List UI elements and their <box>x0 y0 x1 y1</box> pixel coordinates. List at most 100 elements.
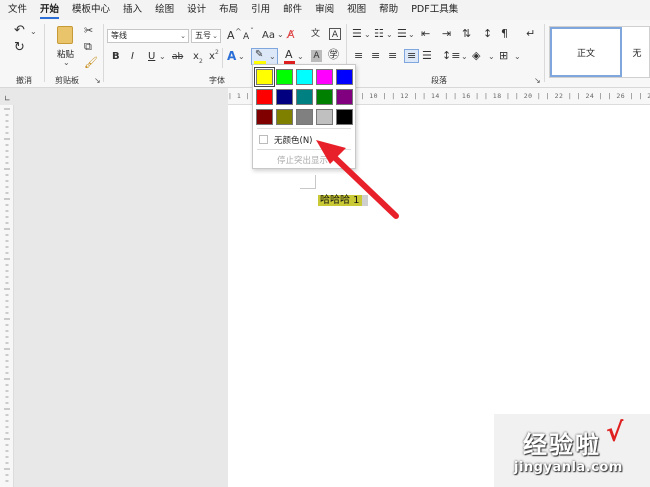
chevron-down-icon[interactable]: ⌄ <box>488 52 495 61</box>
watermark-url: jingyanla.com <box>514 460 623 475</box>
char-border-icon[interactable]: A <box>329 28 341 40</box>
menu-item-9[interactable]: 审阅 <box>315 0 334 20</box>
enclosed-char-icon[interactable]: ㊫ <box>328 49 339 61</box>
menu-item-12[interactable]: PDF工具集 <box>411 0 458 20</box>
chevron-down-icon[interactable]: ⌄ <box>386 30 393 39</box>
grow-font-button[interactable]: A <box>227 30 235 42</box>
color-swatch[interactable] <box>256 89 273 105</box>
shrink-font-button[interactable]: A <box>243 31 249 43</box>
menu-item-3[interactable]: 插入 <box>123 0 142 20</box>
italic-button[interactable]: I <box>131 51 134 63</box>
borders-icon[interactable]: ⊞ <box>499 50 508 62</box>
color-swatch[interactable] <box>296 89 313 105</box>
format-painter-icon[interactable]: 🖌 <box>84 57 98 69</box>
bold-button[interactable]: B <box>112 51 120 63</box>
underline-button[interactable]: U <box>148 51 155 63</box>
chevron-down-icon[interactable]: ⌄ <box>269 52 276 61</box>
line-spacing-icon[interactable]: ↕≡ <box>442 50 460 62</box>
no-color-option[interactable]: 无颜色(N) <box>259 134 313 146</box>
text-effects-button[interactable]: A <box>227 50 236 62</box>
styles-gallery: 正文 无 <box>549 26 650 78</box>
color-swatch[interactable] <box>336 89 353 105</box>
vertical-ruler[interactable] <box>0 105 14 487</box>
menu-item-8[interactable]: 邮件 <box>283 0 302 20</box>
undo-dropdown-icon[interactable]: ⌄ <box>30 27 37 36</box>
undo-icon[interactable]: ↶ <box>14 24 25 37</box>
margin-corner-marker <box>300 175 316 189</box>
chevron-down-icon[interactable]: ⌄ <box>277 30 284 39</box>
copy-icon[interactable]: ⧉ <box>84 41 92 53</box>
color-swatch[interactable] <box>276 89 293 105</box>
subscript-mark: 2 <box>199 58 203 65</box>
color-swatch[interactable] <box>316 109 333 125</box>
menu-item-2[interactable]: 模板中心 <box>72 0 110 20</box>
show-marks-icon[interactable]: ¶ <box>501 28 508 40</box>
document-paragraph[interactable]: 哈哈哈 1 <box>318 191 368 206</box>
bullets-icon[interactable]: ☰ <box>352 28 362 40</box>
highlighted-text[interactable]: 哈哈哈 1 <box>318 195 362 206</box>
paste-dropdown-icon[interactable]: ⌄ <box>63 58 70 67</box>
watermark-title: 经验啦 <box>523 431 601 459</box>
color-swatch[interactable] <box>336 109 353 125</box>
redo-icon[interactable]: ↻ <box>14 41 25 54</box>
menu-item-0[interactable]: 文件 <box>8 0 27 20</box>
chevron-down-icon[interactable]: ⌄ <box>514 52 521 61</box>
clear-formatting-icon[interactable]: A̸ <box>287 29 295 41</box>
color-swatch[interactable] <box>254 67 275 87</box>
color-swatch[interactable] <box>296 109 313 125</box>
align-right-icon[interactable]: ≡ <box>388 50 397 62</box>
grow-font-caret: ^ <box>235 27 242 36</box>
style-normal[interactable]: 正文 <box>550 27 622 77</box>
strikethrough-button[interactable]: ab <box>172 51 183 63</box>
stop-highlight-option: 停止突出显示 <box>277 156 329 166</box>
change-case-button[interactable]: Aa <box>262 30 275 42</box>
chevron-down-icon[interactable]: ⌄ <box>461 52 468 61</box>
cut-icon[interactable]: ✂ <box>84 25 93 37</box>
menu-item-7[interactable]: 引用 <box>251 0 270 20</box>
menu-item-4[interactable]: 绘图 <box>155 0 174 20</box>
font-name-select[interactable]: 等线 ⌄ <box>107 29 189 43</box>
sort-icon[interactable]: ↕ <box>483 28 492 40</box>
style-no-spacing[interactable]: 无 <box>624 27 650 77</box>
font-size-select[interactable]: 五号 ⌄ <box>191 29 221 43</box>
char-shading-button[interactable]: A <box>311 50 322 62</box>
group-divider <box>544 24 545 82</box>
chinese-layout-icon[interactable]: ⇅ <box>462 28 471 40</box>
menu-item-5[interactable]: 设计 <box>187 0 206 20</box>
ruler-corner-icon[interactable]: ∟ <box>4 94 11 103</box>
color-swatch[interactable] <box>276 109 293 125</box>
paragraph-launcher-icon[interactable]: ↘ <box>534 76 541 85</box>
chevron-down-icon[interactable]: ⌄ <box>297 52 304 61</box>
clipboard-launcher-icon[interactable]: ↘ <box>94 76 101 85</box>
chevron-down-icon[interactable]: ⌄ <box>364 30 371 39</box>
font-color-button[interactable]: A <box>285 49 293 61</box>
color-swatch[interactable] <box>296 69 313 85</box>
color-swatch[interactable] <box>276 69 293 85</box>
shading-icon[interactable]: ◈ <box>472 50 480 62</box>
menu-item-1[interactable]: 开始 <box>40 0 60 20</box>
phonetic-guide-icon[interactable]: 文 <box>311 28 320 40</box>
menu-item-10[interactable]: 视图 <box>347 0 366 20</box>
menu-item-11[interactable]: 帮助 <box>379 0 398 20</box>
justify-icon[interactable]: ≡ <box>404 49 420 63</box>
watermark-check-icon: √ <box>606 418 624 448</box>
no-color-label: 无颜色(N) <box>274 136 313 146</box>
decrease-indent-icon[interactable]: ⇤ <box>421 28 430 40</box>
color-swatch[interactable] <box>336 69 353 85</box>
paste-icon[interactable] <box>57 26 73 44</box>
color-swatch[interactable] <box>316 69 333 85</box>
increase-indent-icon[interactable]: ⇥ <box>442 28 451 40</box>
numbering-icon[interactable]: ☷ <box>374 28 384 40</box>
color-swatch[interactable] <box>316 89 333 105</box>
chevron-down-icon[interactable]: ⌄ <box>408 30 415 39</box>
align-left-icon[interactable]: ≡ <box>354 50 363 62</box>
align-center-icon[interactable]: ≡ <box>371 50 380 62</box>
menu-bar: 文件 开始 模板中心 插入 绘图 设计 布局 引用 邮件 审阅 视图 帮助 PDF工具集 <box>0 0 650 20</box>
menu-item-6[interactable]: 布局 <box>219 0 238 20</box>
multilevel-list-icon[interactable]: ☰ <box>397 28 407 40</box>
chevron-down-icon[interactable]: ⌄ <box>238 52 245 61</box>
distributed-icon[interactable]: ☰ <box>422 50 432 62</box>
return-icon[interactable]: ↵ <box>526 28 535 40</box>
chevron-down-icon[interactable]: ⌄ <box>159 52 166 61</box>
color-swatch[interactable] <box>256 109 273 125</box>
